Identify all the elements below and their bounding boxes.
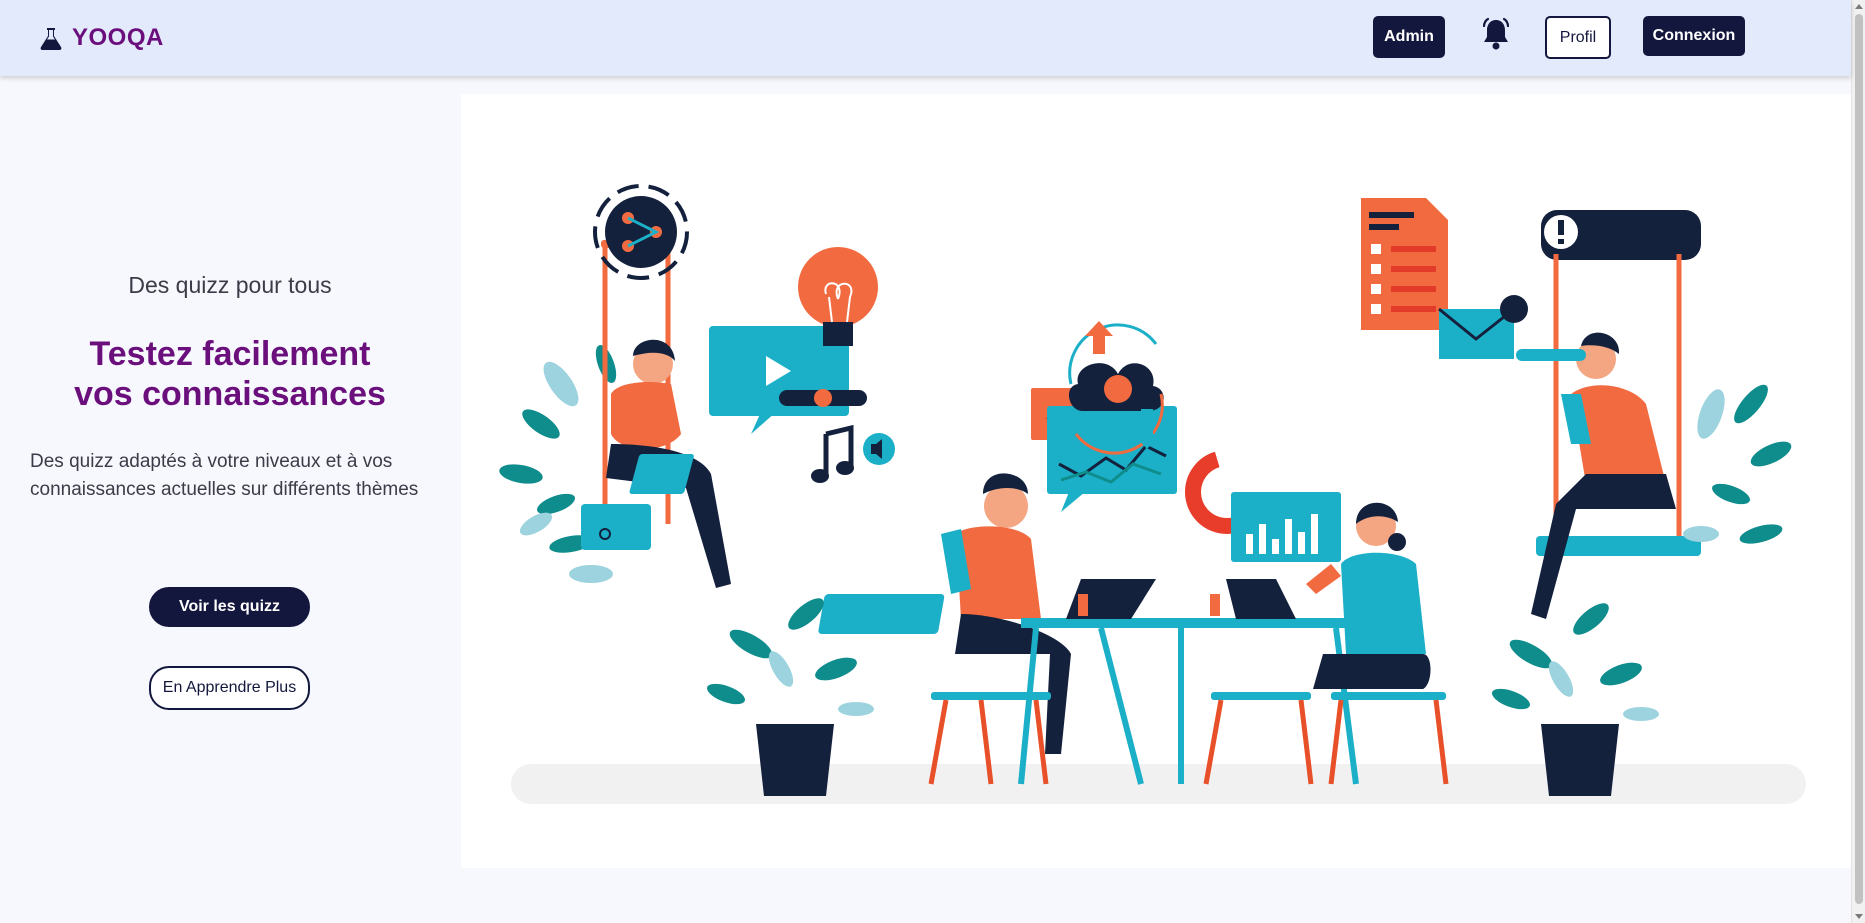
login-button[interactable]: Connexion [1643, 16, 1745, 56]
hero-illustration [461, 94, 1851, 868]
hero-section: Des quizz pour tous Testez facilement vo… [0, 76, 460, 866]
profile-button[interactable]: Profil [1545, 16, 1611, 59]
learn-more-button[interactable]: En Apprendre Plus [149, 666, 310, 710]
bell-icon[interactable] [1479, 16, 1513, 52]
see-quizzes-button[interactable]: Voir les quizz [149, 587, 310, 627]
hero-title: Testez facilement vos connaissances [0, 334, 460, 414]
scroll-down-icon[interactable] [1855, 914, 1863, 919]
hero-description: Des quizz adaptés à votre niveaux et à v… [30, 451, 419, 500]
top-navbar: YOOQA Admin Profil Connexion [0, 0, 1851, 76]
flask-icon [40, 28, 62, 50]
scrollbar-thumb[interactable] [1855, 14, 1863, 904]
team-collaboration-illustration [499, 184, 1806, 804]
hero-subtitle: Des quizz pour tous [128, 272, 332, 298]
admin-button[interactable]: Admin [1373, 16, 1445, 58]
brand-logo-link[interactable]: YOOQA [38, 22, 164, 54]
hero-title-line-2: vos connaissances [74, 375, 386, 413]
hero-title-line-1: Testez facilement [89, 335, 371, 373]
brand-name: YOOQA [72, 24, 164, 51]
scroll-up-icon[interactable] [1855, 4, 1863, 9]
vertical-scrollbar[interactable] [1851, 0, 1865, 923]
